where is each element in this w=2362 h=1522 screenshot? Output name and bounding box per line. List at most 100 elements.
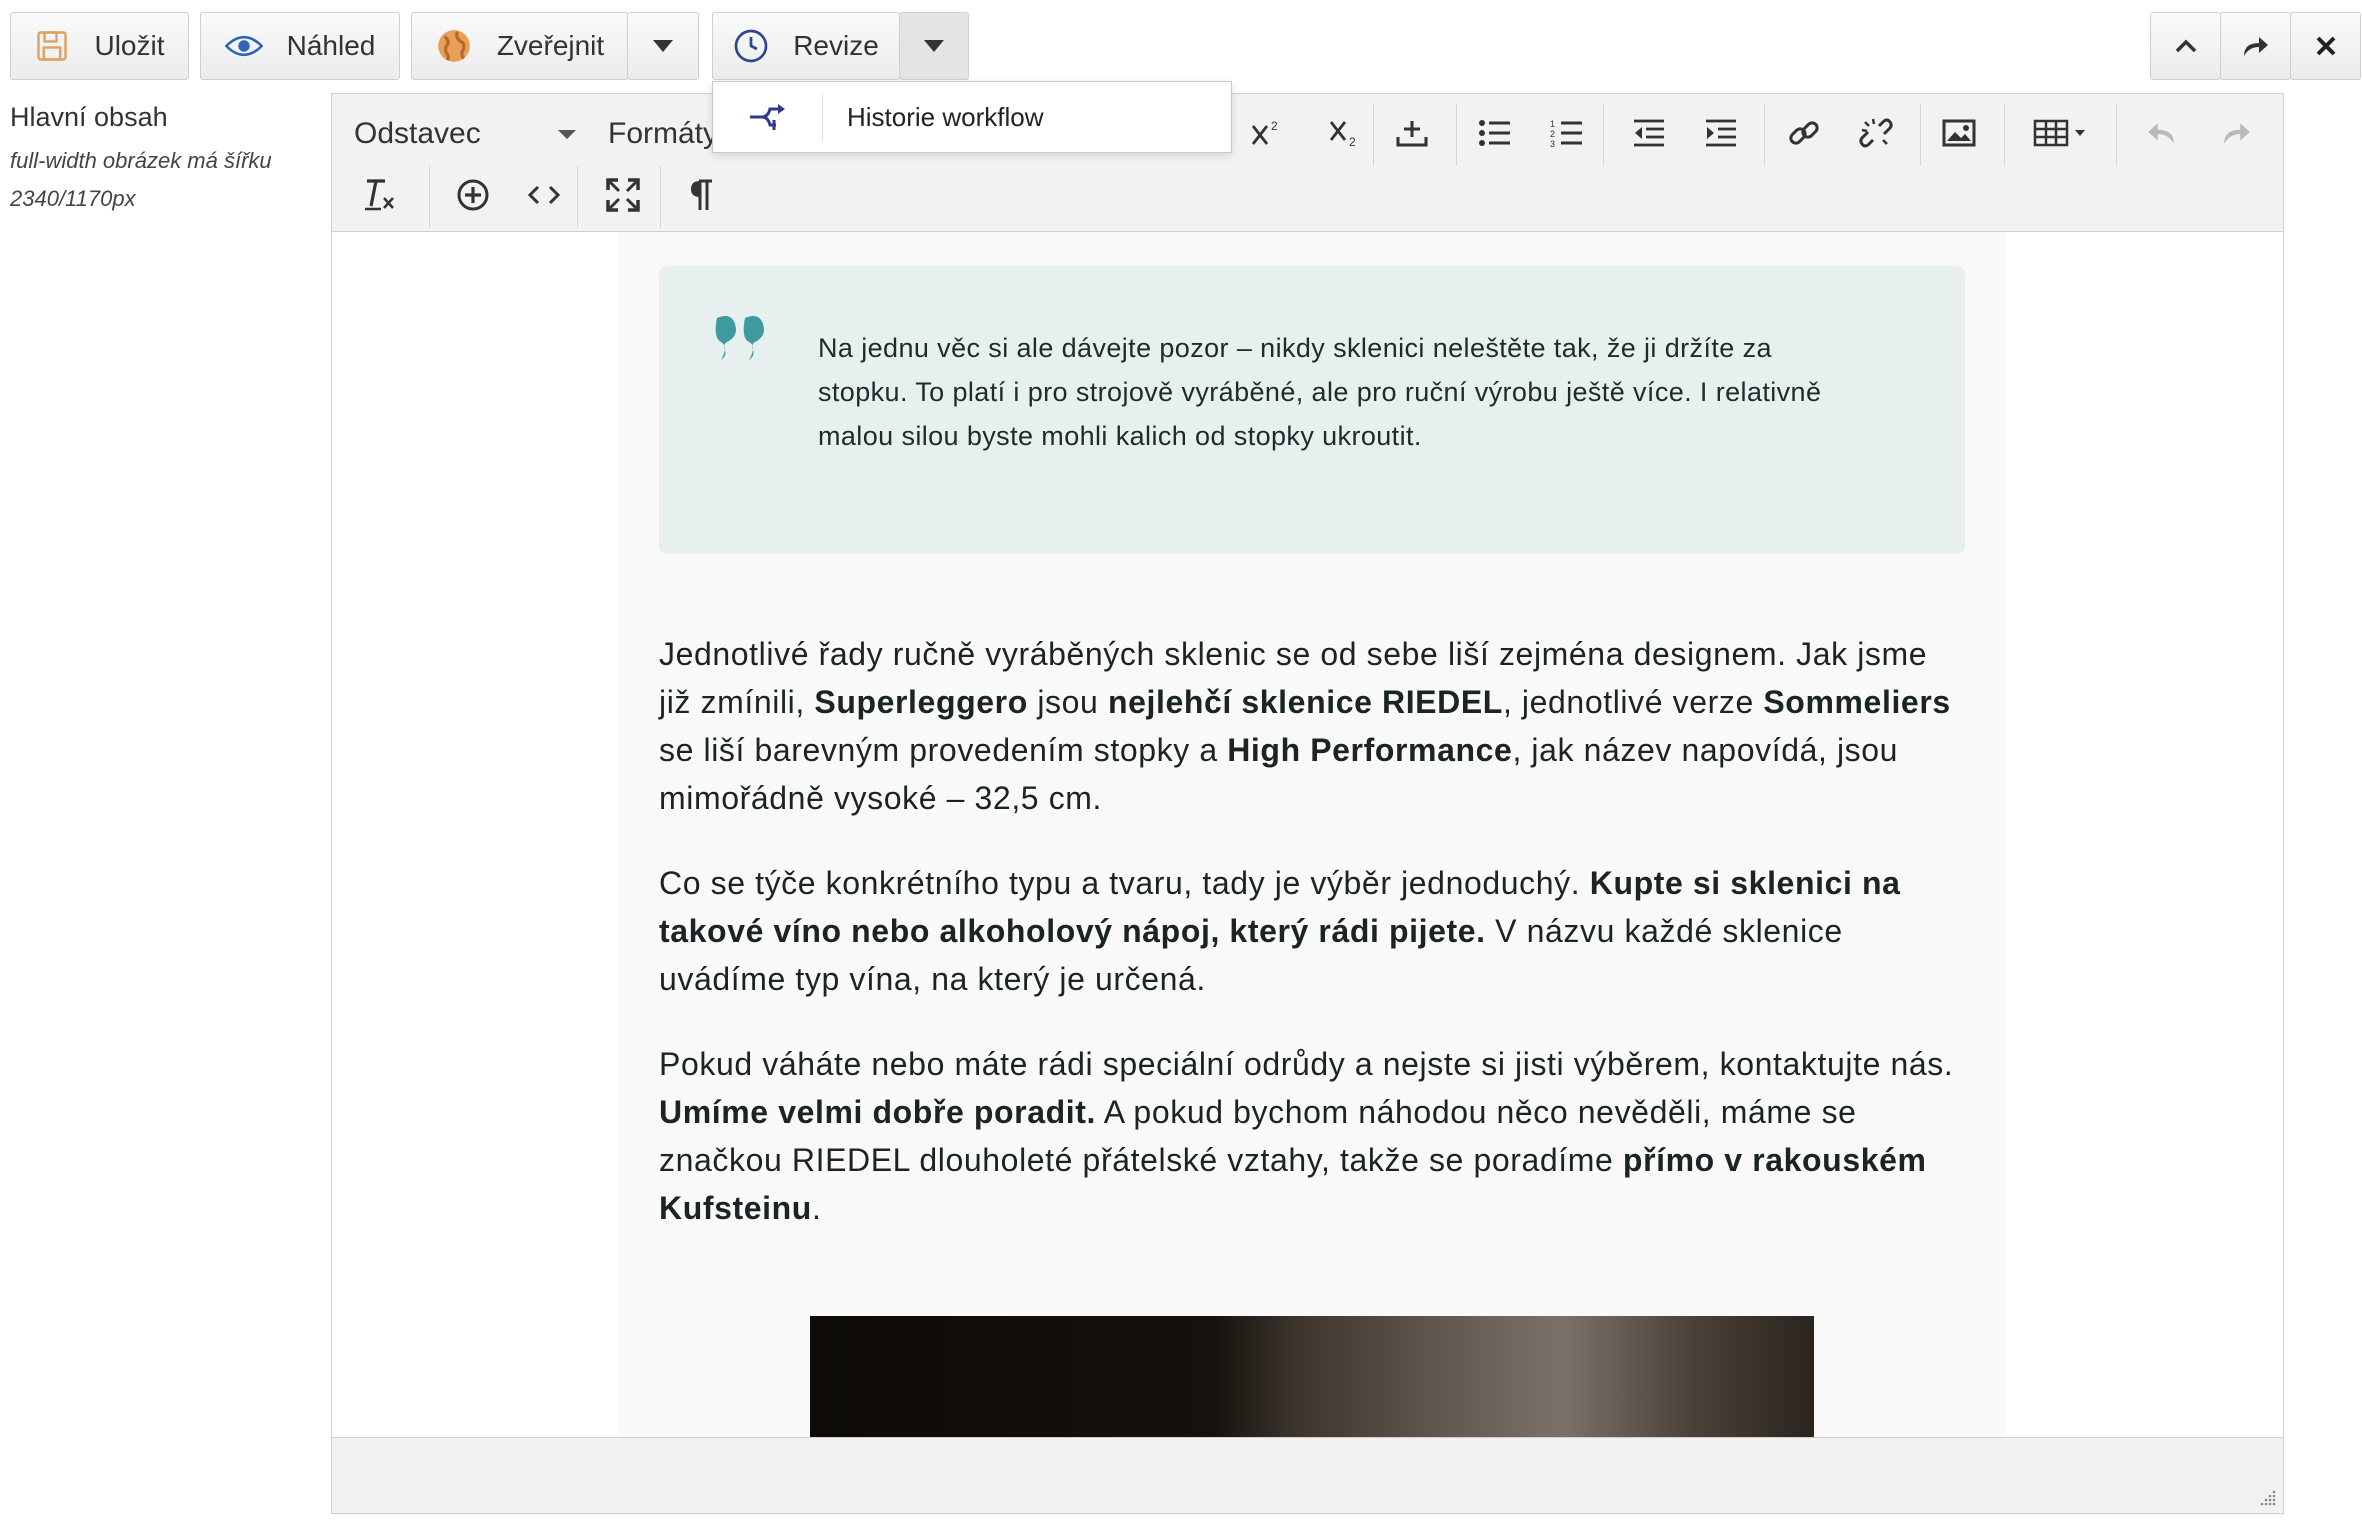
clear-formatting-icon (365, 179, 394, 211)
undo-button[interactable] (2132, 104, 2190, 162)
svg-text:3: 3 (1550, 139, 1555, 148)
image-button[interactable] (1930, 104, 1988, 162)
insert-widget-button[interactable] (444, 166, 502, 224)
close-icon (2315, 35, 2337, 57)
pilcrow-icon (691, 179, 712, 210)
text-run: Co se týče konkrétního typu a tvaru, tad… (659, 865, 1590, 901)
preview-button[interactable]: Náhled (200, 12, 400, 80)
bold-text: Superleggero (814, 684, 1028, 720)
paragraph: Co se týče konkrétního typu a tvaru, tad… (659, 859, 1965, 1003)
fullscreen-button[interactable] (594, 166, 652, 224)
publish-button[interactable]: Zveřejnit (411, 12, 628, 80)
numbered-list-button[interactable]: 123 (1538, 104, 1596, 162)
editor-statusbar (332, 1437, 2283, 1513)
show-blocks-button[interactable] (673, 166, 731, 224)
redo-button[interactable] (2208, 104, 2266, 162)
paragraph: Jednotlivé řady ručně vyráběných sklenic… (659, 630, 1965, 822)
save-icon (34, 28, 70, 64)
revision-button[interactable]: Revize (712, 12, 900, 80)
svg-text:2: 2 (1550, 129, 1555, 139)
resize-handle-icon[interactable] (2259, 1489, 2277, 1507)
text-run: . (811, 1190, 822, 1226)
block-format-select[interactable]: Odstavec (354, 106, 584, 162)
svg-text:2: 2 (1271, 119, 1278, 133)
bold-text: Umíme velmi dobře poradit. (659, 1094, 1097, 1130)
content-image (810, 1316, 1814, 1437)
image-icon (1942, 119, 1976, 147)
toolbar-separator (660, 166, 661, 228)
code-icon (527, 185, 561, 205)
field-title: Hlavní obsah (10, 102, 168, 132)
link-icon (1789, 121, 1819, 145)
publish-label: Zveřejnit (496, 30, 605, 61)
forward-arrow-icon (2242, 34, 2270, 58)
redirect-button[interactable] (2220, 12, 2291, 80)
svg-text:2: 2 (1349, 135, 1356, 148)
text-run: , jednotlivé verze (1502, 684, 1764, 720)
editor-content[interactable]: Na jednu věc si ale dávejte pozor – nikd… (332, 232, 2283, 1437)
superscript-icon: 2 (1251, 119, 1278, 145)
bullet-list-button[interactable] (1466, 104, 1524, 162)
unlink-icon (1859, 118, 1893, 148)
toolbar-separator (1920, 104, 1921, 166)
move-up-button[interactable] (2150, 12, 2221, 80)
text-run: Pokud váháte nebo máte rádi speciální od… (659, 1046, 1954, 1082)
outdent-icon (1634, 119, 1664, 147)
bold-text: nejlehčí sklenice RIEDEL (1107, 684, 1503, 720)
toolbar-separator (1603, 104, 1604, 166)
editor-toolbar: Odstavec Formáty 2 2 123 (332, 94, 2283, 232)
svg-text:1: 1 (1550, 119, 1555, 129)
bullet-list-icon (1479, 120, 1510, 146)
menu-item-workflow-history[interactable]: Historie workflow (713, 82, 1231, 152)
plus-circle-icon (457, 179, 489, 211)
clear-formatting-button[interactable] (350, 166, 408, 224)
outdent-button[interactable] (1620, 104, 1678, 162)
indent-button[interactable] (1692, 104, 1750, 162)
text-run: jsou (1027, 684, 1108, 720)
insert-below-icon (1396, 121, 1428, 147)
subscript-button[interactable]: 2 (1316, 104, 1374, 162)
toolbar-separator (1373, 104, 1374, 166)
save-button[interactable]: Uložit (10, 12, 189, 80)
unlink-button[interactable] (1847, 104, 1905, 162)
field-hint: full-width obrázek má šířku 2340/1170px (10, 142, 310, 218)
clock-icon (733, 28, 769, 64)
save-label: Uložit (94, 30, 165, 61)
chevron-up-icon (2175, 39, 2197, 53)
indent-icon (1706, 119, 1736, 147)
workflow-icon (713, 93, 823, 141)
bold-text: Sommeliers (1763, 684, 1951, 720)
revision-dropdown-toggle[interactable] (899, 12, 969, 80)
toolbar-separator (2004, 104, 2005, 166)
toolbar-separator (1456, 104, 1457, 166)
toolbar-separator (429, 166, 430, 228)
redo-icon (2224, 123, 2250, 144)
table-icon (2033, 119, 2085, 147)
formats-label: Formáty (608, 117, 719, 150)
quote-mark-icon (713, 314, 771, 362)
numbered-list-icon: 123 (1550, 119, 1582, 148)
source-code-button[interactable] (515, 166, 573, 224)
toolbar-separator (2116, 104, 2117, 166)
globe-icon (435, 27, 473, 65)
fullscreen-icon (606, 178, 640, 212)
bold-text: High Performance (1227, 732, 1513, 768)
field-hint-line-1: full-width obrázek má šířku (10, 148, 272, 173)
content-page: Na jednu věc si ale dávejte pozor – nikd… (619, 232, 2005, 1437)
publish-dropdown-toggle[interactable] (627, 12, 699, 80)
close-button[interactable] (2290, 12, 2361, 80)
superscript-button[interactable]: 2 (1238, 104, 1296, 162)
insert-block-button[interactable] (1383, 104, 1441, 162)
subscript-icon: 2 (1329, 121, 1356, 148)
rich-text-editor: Odstavec Formáty 2 2 123 Na jednu věc si… (331, 93, 2284, 1514)
caret-down-icon (558, 130, 576, 139)
table-button[interactable] (2020, 104, 2106, 162)
toolbar-separator (1764, 104, 1765, 166)
undo-icon (2148, 123, 2174, 144)
revision-dropdown-menu: Historie workflow (712, 81, 1232, 153)
paragraph: Pokud váháte nebo máte rádi speciální od… (659, 1040, 1965, 1232)
block-format-value: Odstavec (354, 117, 481, 150)
link-button[interactable] (1775, 104, 1833, 162)
quote-text: Na jednu věc si ale dávejte pozor – nikd… (818, 333, 1822, 451)
revision-label: Revize (793, 30, 879, 61)
